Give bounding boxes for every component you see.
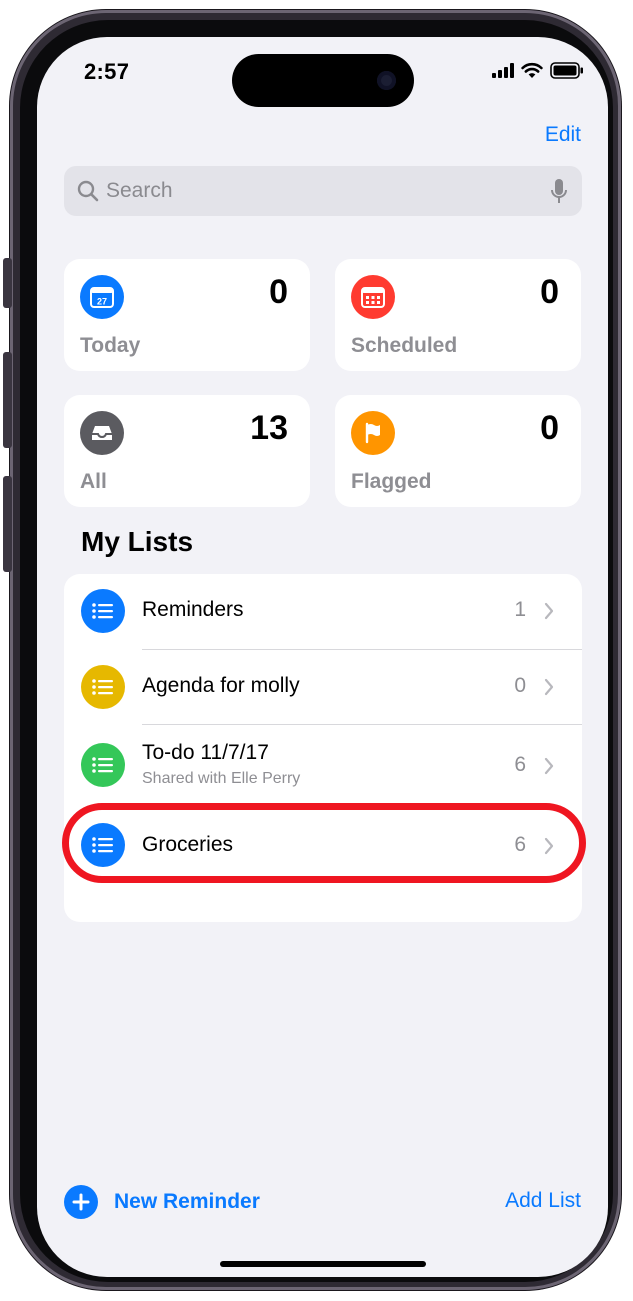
- chevron-right-icon: [544, 757, 554, 775]
- volume-up-button: [3, 352, 12, 448]
- new-reminder-label: New Reminder: [114, 1190, 260, 1213]
- list-item-name: To-do 11/7/17: [142, 741, 269, 764]
- my-lists-card: Reminders 1 Agenda for molly 0 To-do 11/…: [64, 574, 582, 922]
- volume-down-button: [3, 476, 12, 572]
- all-count: 13: [250, 409, 288, 447]
- screen: 2:57 Edit Search 27 0 Today 0 Scheduled …: [37, 37, 608, 1277]
- scheduled-count: 0: [540, 273, 559, 311]
- cellular-signal-icon: [492, 63, 514, 78]
- list-item-shared-subtitle: Shared with Elle Perry: [142, 770, 301, 787]
- flagged-label: Flagged: [351, 470, 432, 493]
- today-count: 0: [269, 273, 288, 311]
- microphone-icon[interactable]: [550, 178, 568, 206]
- flag-icon: [351, 411, 395, 455]
- home-indicator[interactable]: [220, 1261, 426, 1267]
- chevron-right-icon: [544, 837, 554, 855]
- calendar-grid-icon: [351, 275, 395, 319]
- search-icon: [77, 180, 99, 202]
- list-item-count: 1: [514, 598, 526, 621]
- list-item-name: Groceries: [142, 833, 234, 856]
- smart-list-all[interactable]: 13 All: [64, 395, 310, 507]
- chevron-right-icon: [544, 602, 554, 620]
- my-lists-title: My Lists: [81, 526, 194, 557]
- search-input[interactable]: [106, 166, 526, 216]
- list-item-name: Agenda for molly: [142, 674, 300, 697]
- list-item-count: 0: [514, 674, 526, 697]
- scheduled-label: Scheduled: [351, 334, 458, 357]
- smart-list-flagged[interactable]: 0 Flagged: [335, 395, 581, 507]
- plus-circle-icon: [64, 1185, 98, 1219]
- status-time: 2:57: [84, 59, 130, 84]
- tray-icon: [80, 411, 124, 455]
- front-camera: [377, 71, 396, 90]
- list-item-reminders[interactable]: Reminders 1: [64, 574, 582, 649]
- today-label: Today: [80, 334, 141, 357]
- chevron-right-icon: [544, 678, 554, 696]
- list-bullet-icon: [81, 743, 125, 787]
- battery-icon: [550, 62, 583, 79]
- list-bullet-icon: [81, 823, 125, 867]
- new-reminder-button[interactable]: New Reminder: [64, 1185, 260, 1219]
- list-item-to-do[interactable]: To-do 11/7/17 Shared with Elle Perry 6: [64, 725, 582, 805]
- smart-list-today[interactable]: 27 0 Today: [64, 259, 310, 371]
- wifi-icon: [521, 62, 543, 78]
- all-label: All: [80, 470, 107, 493]
- list-item-count: 6: [514, 833, 526, 856]
- list-item-name: Reminders: [142, 598, 244, 621]
- list-item-agenda-for-molly[interactable]: Agenda for molly 0: [64, 650, 582, 725]
- list-item-count: 6: [514, 753, 526, 776]
- add-list-button[interactable]: Add List: [505, 1189, 581, 1213]
- edit-button[interactable]: Edit: [545, 123, 581, 147]
- dynamic-island: [232, 54, 414, 107]
- page: 2:57 Edit Search 27 0 Today 0 Scheduled …: [0, 0, 633, 1301]
- flagged-count: 0: [540, 409, 559, 447]
- smart-list-scheduled[interactable]: 0 Scheduled: [335, 259, 581, 371]
- action-button: [3, 258, 12, 308]
- search-bar[interactable]: [64, 166, 582, 216]
- list-bullet-icon: [81, 589, 125, 633]
- list-bullet-icon: [81, 665, 125, 709]
- status-icons: [492, 62, 584, 79]
- calendar-icon-date: 27: [97, 297, 107, 307]
- list-item-groceries[interactable]: Groceries 6: [64, 806, 582, 881]
- calendar-icon: 27: [80, 275, 124, 319]
